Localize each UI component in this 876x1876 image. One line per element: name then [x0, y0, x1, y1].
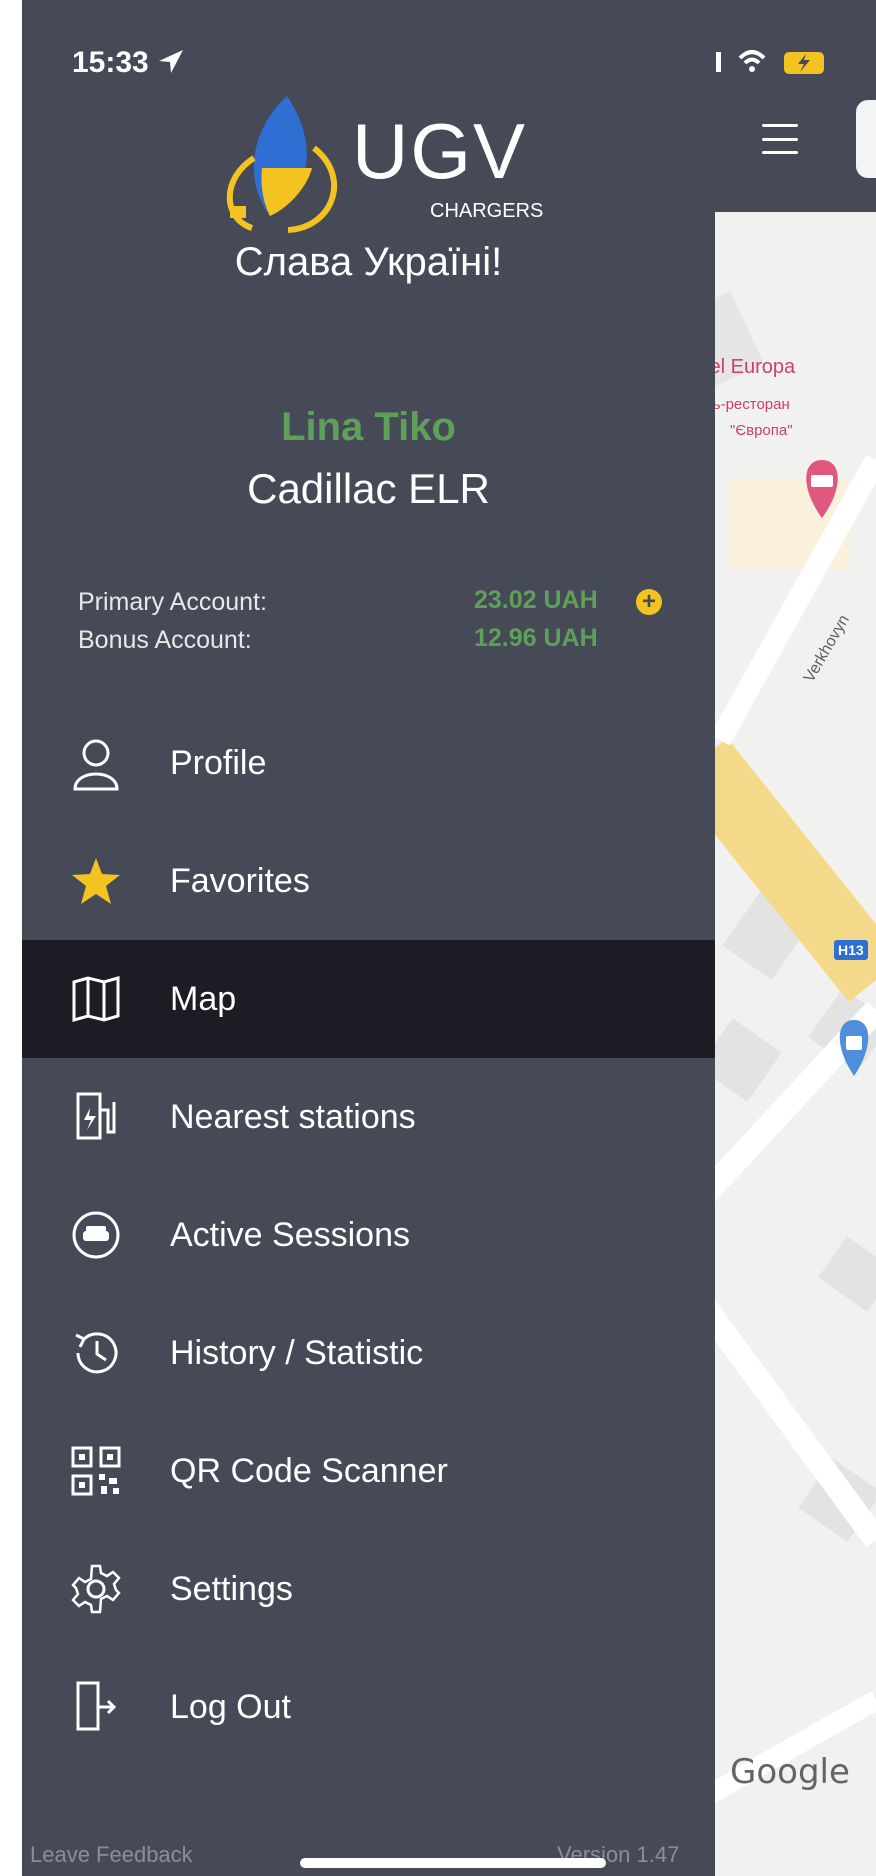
ugv-logo: UGV CHARGERS	[212, 88, 552, 238]
brand-subtitle: CHARGERS	[430, 200, 544, 222]
menu-item-history[interactable]: History / Statistic	[22, 1294, 715, 1412]
status-bar-right	[700, 44, 876, 84]
status-time: 15:33	[72, 46, 187, 80]
menu-label-logout: Log Out	[170, 1687, 291, 1726]
user-icon	[66, 733, 126, 793]
menu-item-qr-scanner[interactable]: QR Code Scanner	[22, 1412, 715, 1530]
menu-item-profile[interactable]: Profile	[22, 704, 715, 822]
navigation-drawer: 15:33 UGV CHARGERS Слава Україні! Lina T…	[22, 0, 715, 1876]
menu-label-favorites: Favorites	[170, 861, 310, 900]
menu-label-map: Map	[170, 979, 237, 1018]
menu-label-history: History / Statistic	[170, 1333, 424, 1372]
car-sync-icon	[66, 1205, 126, 1265]
add-funds-icon[interactable]: +	[636, 589, 662, 615]
map-search-box[interactable]	[856, 100, 876, 178]
menu-item-map[interactable]: Map	[22, 940, 715, 1058]
bonus-account-label: Bonus Account:	[78, 626, 252, 654]
brand-name: UGV	[352, 107, 528, 195]
logout-icon	[66, 1677, 126, 1737]
time-text: 15:33	[72, 46, 149, 79]
menu-item-favorites[interactable]: Favorites	[22, 822, 715, 940]
menu-label-nearest-stations: Nearest stations	[170, 1097, 416, 1136]
menu-item-nearest-stations[interactable]: Nearest stations	[22, 1058, 715, 1176]
hotel-subtitle-1: ль-ресторан	[704, 396, 790, 413]
menu-label-settings: Settings	[170, 1569, 293, 1608]
shop-pin-icon[interactable]	[839, 1020, 869, 1076]
ugv-leaf-logo-icon	[226, 96, 338, 233]
home-indicator[interactable]	[300, 1858, 606, 1868]
road-badge: H13	[834, 940, 868, 960]
map-icon	[66, 969, 126, 1029]
status-icons	[700, 50, 824, 74]
leave-feedback-link[interactable]: Leave Feedback	[30, 1842, 193, 1868]
app-screen: tel Europa ль-ресторан "Європа" Verkhovy…	[0, 0, 876, 1876]
primary-account-value: 23.02 UAH	[474, 586, 598, 614]
battery-charging-icon	[784, 52, 824, 74]
charging-station-icon	[66, 1087, 126, 1147]
gear-icon	[66, 1559, 126, 1619]
wifi-icon	[738, 50, 766, 72]
bonus-account-value: 12.96 UAH	[474, 624, 598, 652]
qr-code-icon	[66, 1441, 126, 1501]
map-top-bar	[700, 0, 876, 212]
menu-item-logout[interactable]: Log Out	[22, 1648, 715, 1766]
location-arrow-icon	[159, 50, 184, 73]
menu-label-profile: Profile	[170, 743, 267, 782]
primary-account-label: Primary Account:	[78, 588, 267, 616]
star-icon	[66, 851, 126, 911]
menu-item-active-sessions[interactable]: Active Sessions	[22, 1176, 715, 1294]
slogan: Слава Україні!	[234, 240, 503, 284]
hotel-subtitle-2: "Європа"	[730, 422, 793, 439]
hotel-name-label: tel Europa	[704, 356, 796, 378]
map-roads	[700, 291, 876, 1809]
google-attribution: Google	[730, 1752, 850, 1792]
user-car: Cadillac ELR	[247, 465, 490, 512]
hamburger-menu-icon[interactable]	[762, 124, 798, 154]
map-view[interactable]: tel Europa ль-ресторан "Європа" Verkhovy…	[700, 0, 876, 1876]
menu-label-active-sessions: Active Sessions	[170, 1215, 410, 1254]
user-name: Lina Tiko	[281, 405, 456, 449]
history-icon	[66, 1323, 126, 1383]
menu-label-qr-scanner: QR Code Scanner	[170, 1451, 448, 1490]
menu-item-settings[interactable]: Settings	[22, 1530, 715, 1648]
